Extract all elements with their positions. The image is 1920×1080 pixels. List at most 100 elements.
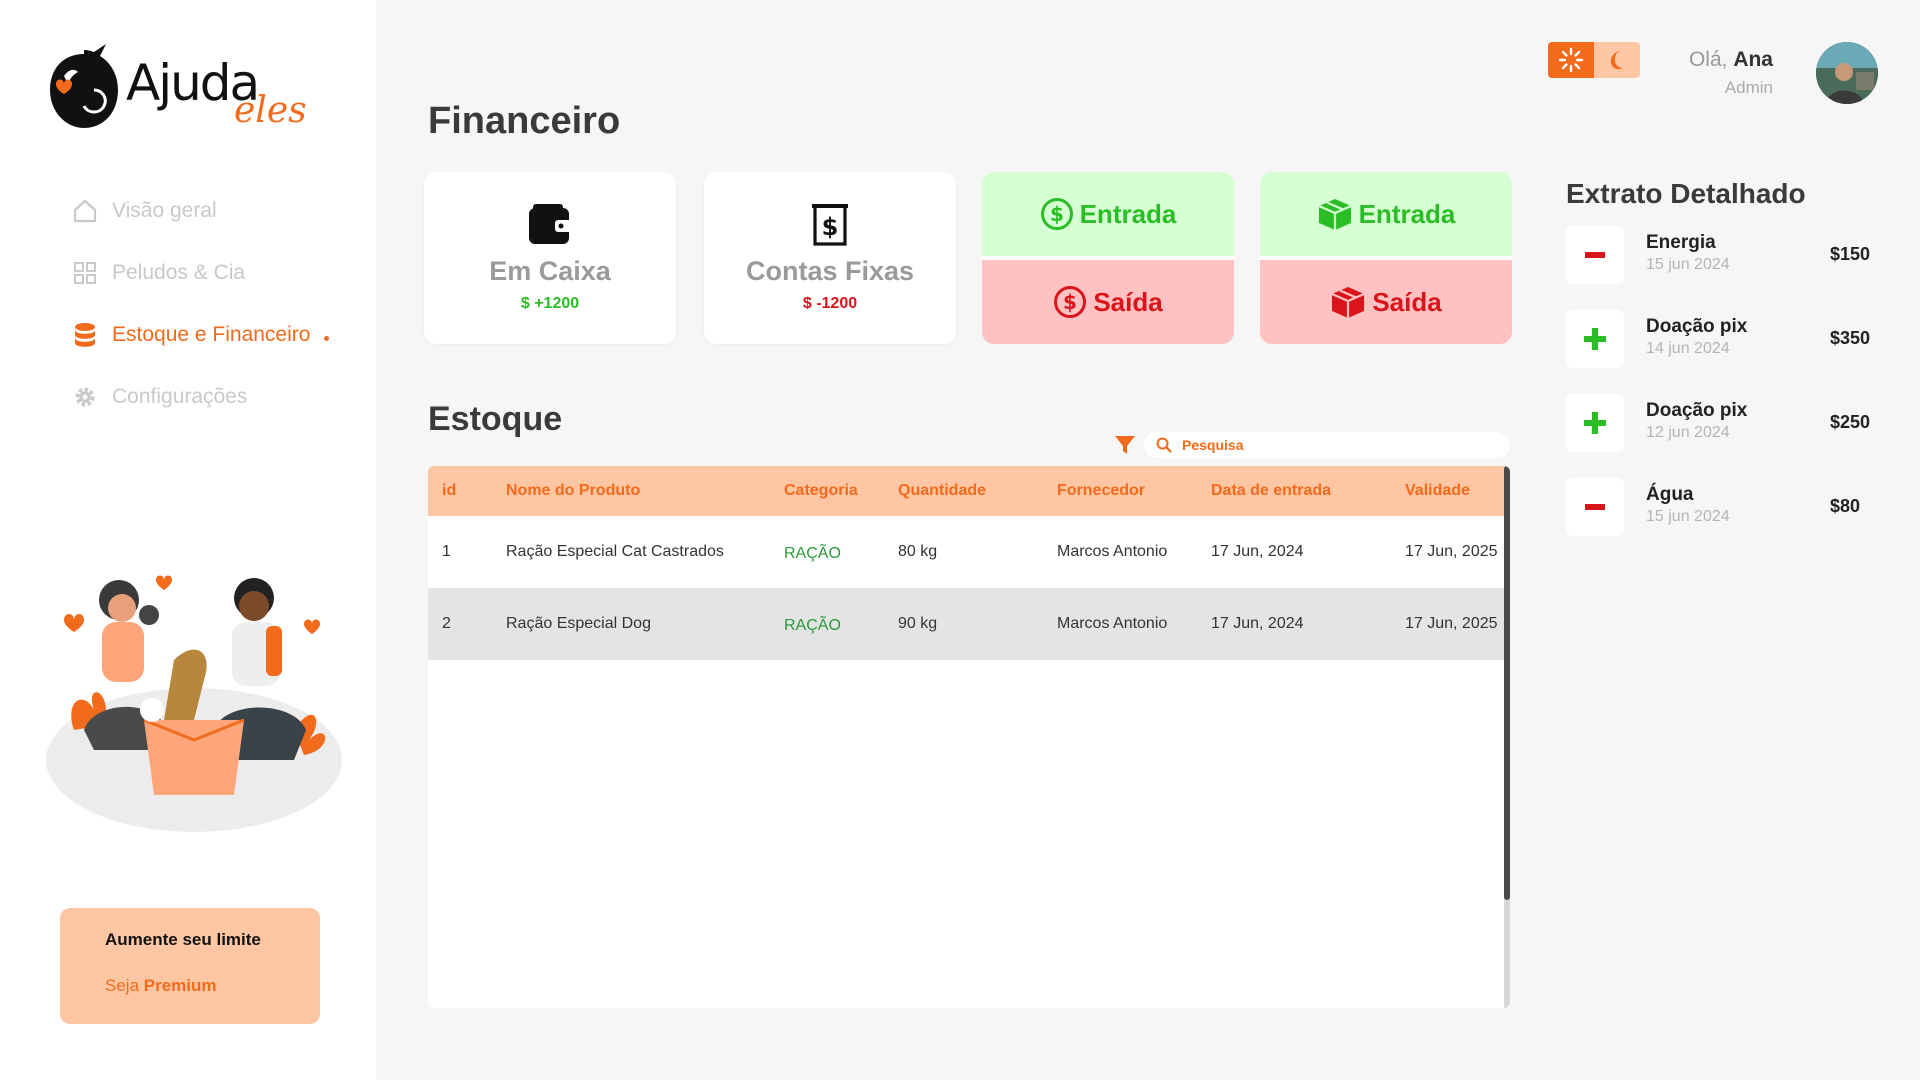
cell-id: 1 [442,543,451,560]
contas-fixas-label: Contas Fixas [745,256,915,286]
extrato-amount: $250 [1830,412,1871,432]
box-icon [1318,199,1352,230]
extrato-date: 15 jun 2024 [1646,256,1730,273]
column-header[interactable]: Fornecedor [1057,482,1211,500]
money-entrada-button[interactable]: $ Entrada [982,172,1234,256]
dollar-circle-icon: $ [1054,286,1087,318]
extrato-name: Água [1646,484,1694,505]
column-header[interactable]: Validade [1405,482,1510,500]
sun-icon[interactable] [1548,42,1594,78]
cell-expiry-date: 17 Jun, 2025 [1405,615,1498,632]
cat-logo-icon [50,44,118,128]
svg-text:$: $ [822,213,839,241]
cell-expiry-date: 17 Jun, 2025 [1405,543,1498,560]
sidebar-item-configuracoes[interactable]: Configurações [72,382,329,412]
user-name: Ana [1733,48,1773,71]
table-row[interactable]: 1 Ração Especial Cat Castrados RAÇÃO 80 … [428,516,1510,588]
gear-icon [72,384,98,410]
cell-category: RAÇÃO [784,617,841,634]
sidebar-item-estoque-financeiro[interactable]: Estoque e Financeiro [72,320,330,350]
estoque-title: Estoque [428,400,563,438]
em-caixa-label: Em Caixa [489,256,611,286]
brand-logo[interactable]: Ajuda eles [44,40,344,140]
stock-saida-button[interactable]: Saída [1260,256,1512,344]
people-with-pets-illustration [44,560,344,840]
avatar[interactable] [1816,42,1878,104]
filter-icon[interactable] [1114,434,1136,456]
extrato-amount: $350 [1830,328,1871,348]
greeting-text: Olá, Ana [1689,48,1773,72]
table-scrollbar[interactable] [1504,466,1510,1008]
brand-script: eles [234,90,307,131]
svg-text:$: $ [1063,290,1077,314]
column-header[interactable]: Nome do Produto [506,482,784,500]
premium-upgrade-card[interactable]: Aumente seu limite Seja Premium [60,908,320,1024]
em-caixa-card: Em Caixa $ +1200 [424,172,676,344]
svg-text:$: $ [1050,202,1064,226]
user-role: Admin [1724,78,1773,97]
cell-entry-date: 17 Jun, 2024 [1211,543,1304,560]
em-caixa-value: $ +1200 [520,295,580,312]
plus-icon[interactable] [1566,394,1624,452]
table-header: id Nome do Produto Categoria Quantidade … [428,466,1510,516]
wallet-icon [424,202,676,248]
money-saida-button[interactable]: $ Saída [982,256,1234,344]
sidebar-item-peludos[interactable]: Peludos & Cia [72,258,329,288]
plus-icon[interactable] [1566,310,1624,368]
table-row[interactable]: 2 Ração Especial Dog RAÇÃO 90 kg Marcos … [428,588,1510,660]
estoque-table: id Nome do Produto Categoria Quantidade … [428,466,1510,1008]
minus-icon[interactable] [1566,478,1624,536]
column-header[interactable]: id [428,482,506,500]
home-icon [72,198,98,224]
money-flow-card: $ Entrada $ Saída [982,172,1234,344]
extrato-name: Doação pix [1646,316,1748,337]
column-header[interactable]: Data de entrada [1211,482,1405,500]
stock-flow-card: Entrada Saída [1260,172,1512,344]
extrato-item[interactable]: Doação pix 12 jun 2024 $250 [1566,394,1896,452]
contas-fixas-card: $ Contas Fixas $ -1200 [704,172,956,344]
sidebar-item-label: Peludos & Cia [112,261,246,284]
grid-icon [72,260,98,286]
search-bar[interactable] [1144,432,1510,458]
extrato-item[interactable]: Doação pix 14 jun 2024 $350 [1566,310,1896,368]
extrato-date: 12 jun 2024 [1646,424,1730,441]
premium-link-bold: Premium [143,976,217,995]
column-header[interactable]: Quantidade [898,482,1057,500]
money-saida-label: Saída [1093,286,1163,317]
extrato-item[interactable]: Água 15 jun 2024 $80 [1566,478,1896,536]
sidebar: Ajuda eles Visão geral Peludos & Cia Est… [0,0,376,1080]
extrato-name: Doação pix [1646,400,1748,421]
extrato-amount: $150 [1830,244,1871,264]
sidebar-item-label: Configurações [112,385,248,408]
premium-link[interactable]: Seja Premium [105,976,320,996]
cell-entry-date: 17 Jun, 2024 [1211,615,1304,632]
cell-product: Ração Especial Dog [506,615,651,632]
cell-id: 2 [442,615,451,632]
sidebar-item-visao-geral[interactable]: Visão geral [72,196,329,226]
stock-entrada-button[interactable]: Entrada [1260,172,1512,256]
cell-quantity: 90 kg [898,615,938,632]
column-header[interactable]: Categoria [784,482,898,500]
theme-toggle[interactable] [1548,42,1640,78]
extrato-date: 15 jun 2024 [1646,508,1730,525]
cell-quantity: 80 kg [898,543,938,560]
scrollbar-thumb[interactable] [1504,466,1510,900]
minus-icon[interactable] [1566,226,1624,284]
money-entrada-label: Entrada [1079,198,1177,229]
extrato-name: Energia [1646,232,1716,253]
search-icon [1156,437,1172,453]
bill-icon: $ [704,202,956,248]
extrato-amount: $80 [1830,496,1861,516]
cell-category: RAÇÃO [784,545,841,562]
sidebar-item-label: Visão geral [112,199,217,222]
extrato-item[interactable]: Energia 15 jun 2024 $150 [1566,226,1896,284]
cell-product: Ração Especial Cat Castrados [506,543,724,560]
extrato-date: 14 jun 2024 [1646,340,1730,357]
moon-icon[interactable] [1594,42,1640,78]
dollar-circle-icon: $ [1040,198,1073,230]
database-icon [72,322,98,348]
cell-supplier: Marcos Antonio [1057,543,1168,560]
sidebar-nav: Visão geral Peludos & Cia Estoque e Fina… [72,196,330,444]
stock-entrada-label: Entrada [1358,198,1456,229]
search-input[interactable] [1182,437,1482,453]
